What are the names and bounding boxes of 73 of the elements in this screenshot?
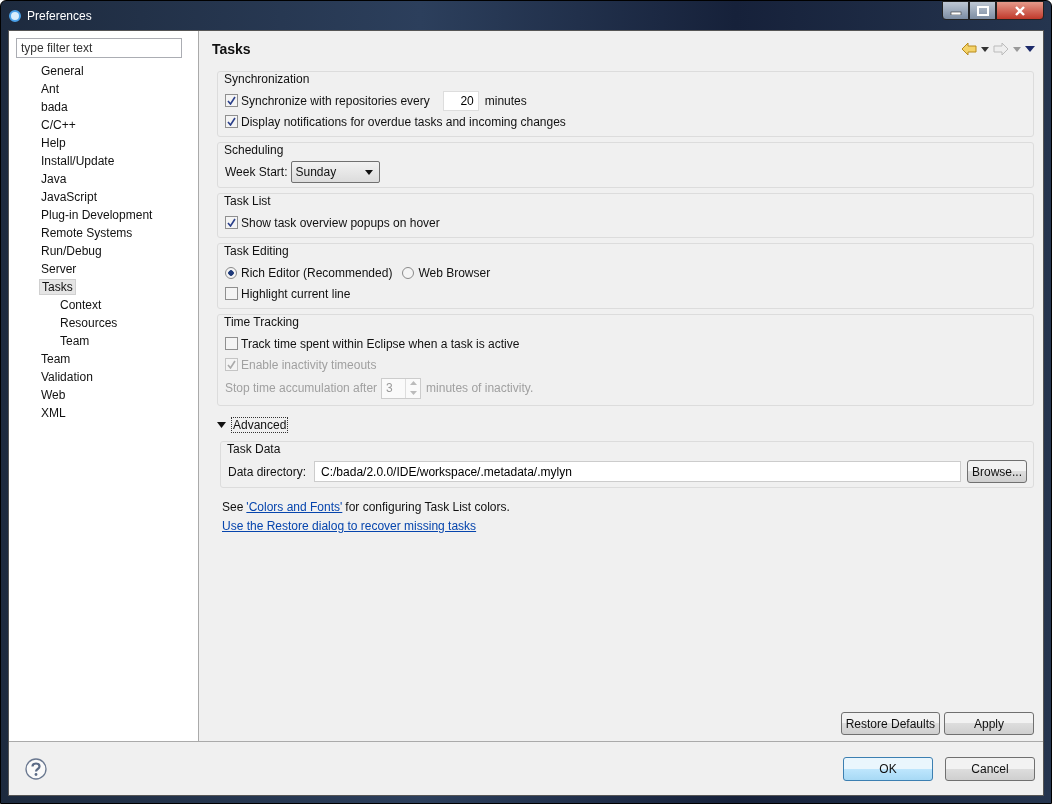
checkbox[interactable] [225, 216, 238, 229]
caret-icon[interactable] [981, 46, 989, 52]
close-icon [1014, 5, 1026, 16]
app-icon [9, 9, 21, 22]
ok-button[interactable]: OK [843, 756, 933, 781]
field-label: Week Start: [225, 165, 288, 179]
close-button[interactable] [996, 1, 1044, 20]
colors-fonts-link[interactable]: 'Colors and Fonts' [246, 500, 343, 514]
tree-item[interactable]: XML [39, 405, 68, 421]
group-title: Time Tracking [224, 314, 299, 330]
maximize-button[interactable] [969, 1, 996, 20]
tree-item[interactable]: Team [58, 333, 92, 349]
window-title: Preferences [27, 8, 92, 23]
field-label: Stop time accumulation after [225, 381, 378, 395]
tree-item[interactable]: C/C++ [39, 117, 78, 133]
tree-item[interactable]: Help [39, 135, 68, 151]
group-title: Task List [224, 193, 271, 209]
browse-button[interactable]: Browse... [967, 460, 1027, 483]
tree-item[interactable]: Remote Systems [39, 225, 135, 241]
view-menu-icon[interactable] [1025, 46, 1035, 52]
tree-item[interactable]: Team [39, 351, 73, 367]
field-label: Data directory: [228, 464, 307, 479]
tree-item[interactable]: General [39, 63, 86, 79]
group-title: Synchronization [224, 71, 310, 87]
unit-label: minutes [484, 93, 527, 108]
checkbox-label: Enable inactivity timeouts [241, 357, 377, 372]
data-directory-field[interactable]: C:/bada/2.0.0/IDE/workspace/.metadata/.mylyn [314, 461, 961, 482]
tree-item[interactable]: Run/Debug [39, 243, 104, 259]
restore-defaults-button[interactable]: Restore Defaults [840, 712, 940, 735]
radio-button[interactable] [402, 266, 415, 279]
cancel-button[interactable]: Cancel [945, 756, 1035, 781]
tree-item[interactable]: JavaScript [39, 189, 100, 205]
checkbox-label: Synchronize with repositories every [241, 93, 430, 108]
group-title: Scheduling [224, 142, 284, 158]
checkbox[interactable] [225, 94, 238, 107]
radio-label: Web Browser [418, 265, 491, 280]
tree-item[interactable]: Tasks [39, 279, 76, 295]
restore-dialog-link[interactable]: Use the Restore dialog to recover missing tasks [222, 519, 477, 533]
note-text: See [222, 500, 244, 514]
checkbox-label: Track time spent within Eclipse when a task is active [241, 336, 520, 351]
tree-item[interactable]: Server [39, 261, 79, 277]
group-title: Task Data [227, 441, 281, 457]
tree-item[interactable]: Plug-in Development [39, 207, 155, 223]
tree-item[interactable]: Context [58, 297, 104, 313]
checkbox[interactable] [225, 287, 238, 300]
checkbox[interactable] [225, 337, 238, 350]
advanced-toggle[interactable]: Advanced [231, 417, 289, 433]
unit-label: minutes of inactivity. [426, 381, 534, 395]
checkbox-label: Show task overview popups on hover [241, 215, 440, 230]
filter-field[interactable]: type filter text [16, 38, 182, 58]
maximize-icon [976, 5, 989, 16]
caret-icon [365, 169, 374, 175]
week-start-dropdown[interactable]: Sunday [291, 161, 381, 183]
tree-item[interactable]: Web [39, 387, 68, 403]
tree-item[interactable]: Validation [39, 369, 95, 385]
note-text: for configuring Task List colors. [345, 500, 510, 514]
apply-button[interactable]: Apply [944, 712, 1034, 735]
tree-item[interactable]: Resources [58, 315, 120, 331]
radio-button[interactable] [225, 266, 237, 279]
minimize-button[interactable] [942, 1, 969, 20]
tree-item[interactable]: Ant [39, 81, 61, 97]
tree-item[interactable]: Java [39, 171, 69, 187]
group-title: Task Editing [224, 243, 289, 259]
radio-label: Rich Editor (Recommended) [241, 265, 393, 280]
checkbox[interactable] [225, 115, 238, 128]
tree-item[interactable]: bada [39, 99, 70, 115]
tree-item[interactable]: Install/Update [39, 153, 117, 169]
expand-toggle-icon[interactable] [217, 422, 226, 428]
checkbox-label: Highlight current line [241, 286, 351, 301]
minutes-field[interactable]: 20 [442, 90, 479, 111]
checkbox-label: Display notifications for overdue tasks and incoming changes [241, 114, 566, 129]
page-title: Tasks [212, 41, 251, 57]
help-icon[interactable] [25, 757, 47, 780]
